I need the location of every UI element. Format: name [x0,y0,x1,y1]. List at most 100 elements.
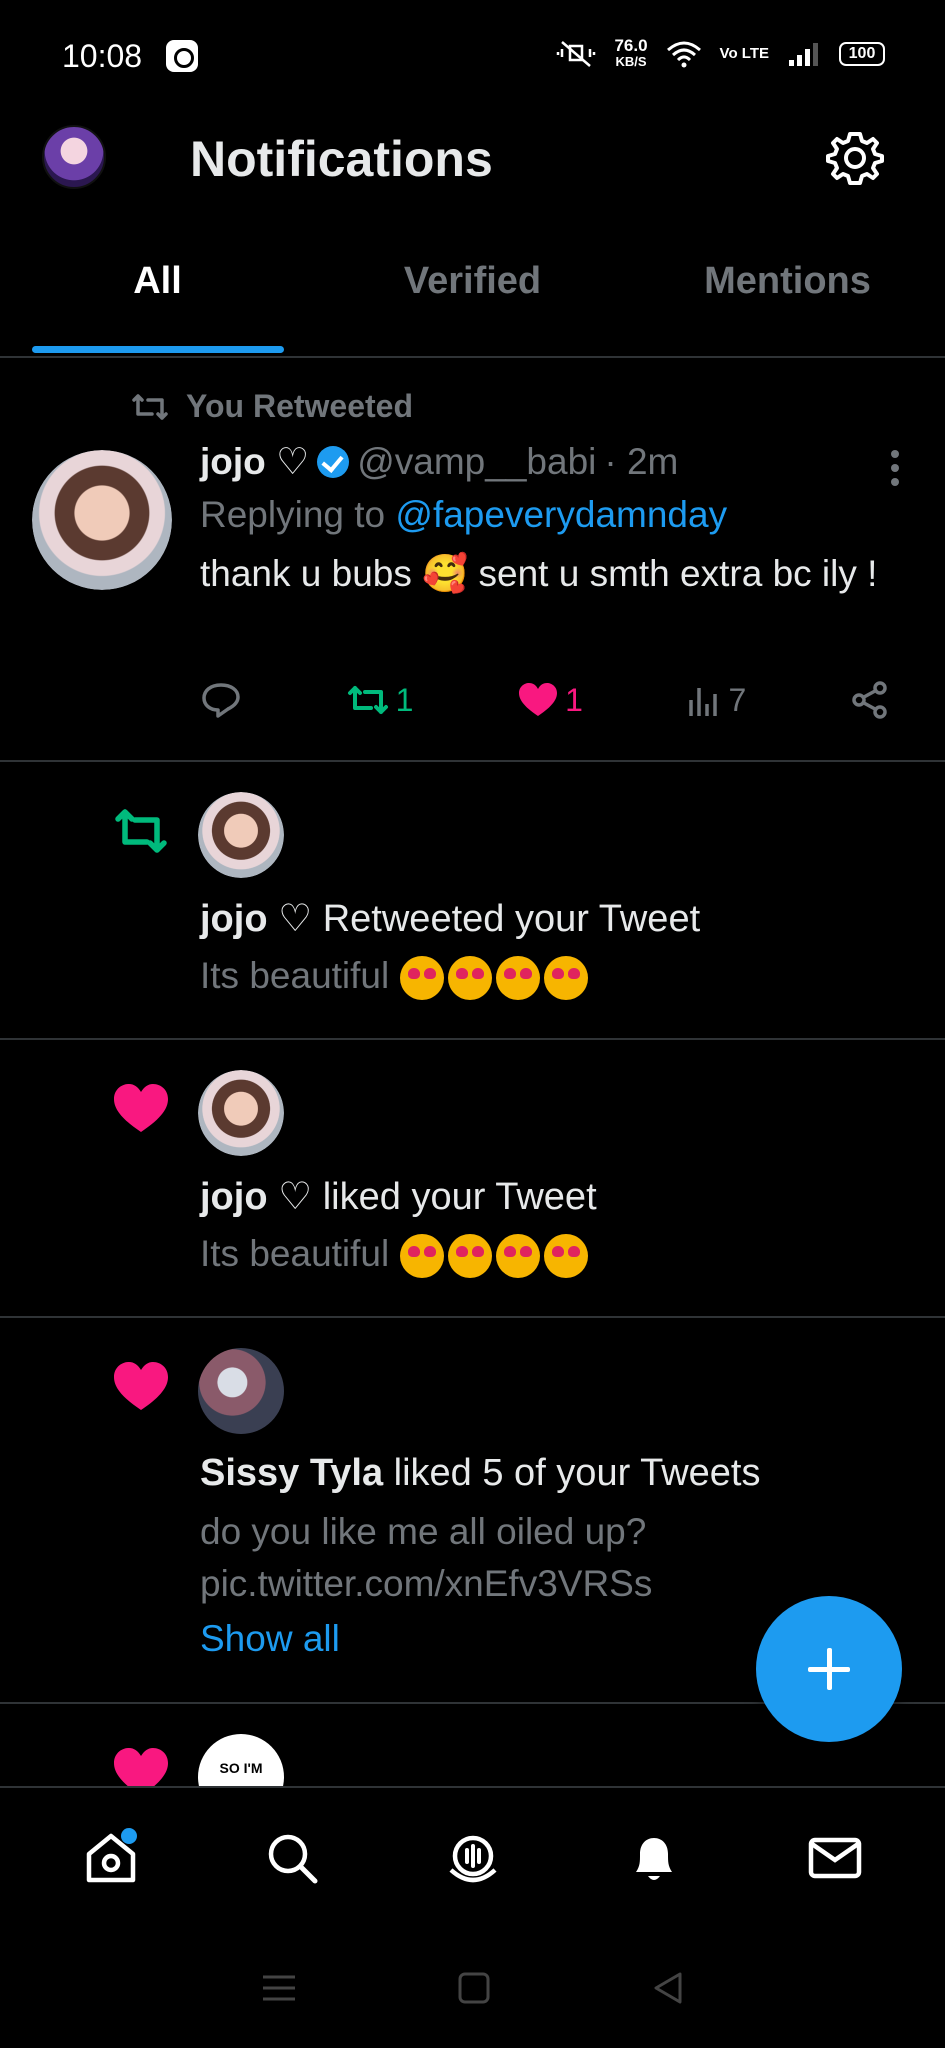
active-tab-indicator [32,346,284,353]
author-avatar[interactable] [32,450,172,590]
notification-title: jojo ♡ Retweeted your Tweet [200,896,700,941]
avatar-image [32,450,172,590]
home-square-icon[interactable] [456,1970,492,2006]
heart-icon [519,683,558,716]
actor-avatar[interactable] [198,792,284,878]
more-options-button[interactable] [891,450,901,490]
tweet-actions: 1 1 7 [200,680,890,720]
replying-to-handle[interactable]: @fapeverydamnday [395,494,727,535]
my-avatar[interactable] [42,125,106,189]
verified-badge-icon [317,445,350,478]
retweet-icon [115,809,167,853]
tab-bar: All Verified Mentions [0,260,945,320]
heart-eyes-emoji-icon [399,1234,444,1279]
status-indicators: 76.0 KB/S Vo LTE 100 [556,36,885,70]
battery-indicator: 100 [839,42,885,66]
tweet-text: thank u bubs 🥰 sent u smth extra bc ily … [200,553,878,594]
retweet-icon [132,393,168,420]
views-button[interactable]: 7 [687,681,747,719]
page-title: Notifications [190,131,493,187]
notification-body-text: Its beautiful [200,955,390,996]
retweet-count: 1 [395,681,414,718]
retweet-context-label: You Retweeted [186,388,413,424]
tab-verified[interactable]: Verified [315,260,630,320]
heart-eyes-emoji-icon [447,956,492,1001]
bottom-nav [0,1786,945,1928]
heart-eyes-emoji-icon [543,956,588,1001]
author-handle: @vamp__babi [357,440,597,482]
menu-icon[interactable] [259,1971,299,2005]
wifi-icon [666,41,701,68]
like-button[interactable]: 1 [517,681,583,719]
reply-button[interactable] [200,681,242,719]
notification-item[interactable]: jojo ♡ Retweeted your Tweet Its beautifu… [0,762,945,1040]
notification-title: Sissy Tyla liked 5 of your Tweets [200,1452,760,1495]
app-header: Notifications All Verified Mentions [0,110,945,320]
net-speed-value: 76.0 [614,36,648,55]
unread-dot [120,1828,137,1844]
notification-body: Its beautiful [200,1228,592,1280]
net-speed-unit: KB/S [615,54,647,69]
volte-indicator: Vo LTE [719,45,769,62]
tweet-card[interactable]: You Retweeted jojo ♡ @vamp__babi · 2m Re… [0,358,945,762]
mail-icon [808,1837,861,1879]
notification-body: Its beautiful [200,950,592,1002]
notifications-feed[interactable]: You Retweeted jojo ♡ @vamp__babi · 2m Re… [0,358,945,1786]
notification-action: Retweeted your Tweet [322,898,701,940]
actor-name[interactable]: jojo ♡ [200,898,312,940]
tab-mentions[interactable]: Mentions [630,260,945,320]
share-icon [852,681,887,719]
actor-avatar[interactable]: SO I'M [198,1734,284,1786]
status-time: 10:08 [62,38,143,74]
nav-spaces[interactable] [433,1818,513,1898]
heart-eyes-emoji-icon [495,1234,540,1279]
compose-tweet-button[interactable] [756,1596,902,1742]
reply-icon [202,683,240,718]
back-icon[interactable] [650,1970,686,2006]
views-icon [688,688,717,716]
notification-action: liked 5 of your Tweets [393,1452,761,1494]
avatar-image [198,792,284,878]
status-bar: 10:08 76.0 KB/S Vo LTE 100 [0,0,945,110]
avatar-text: SO I'M [219,1760,263,1776]
author-name[interactable]: jojo ♡ [200,440,309,483]
notification-body-text: Its beautiful [200,1233,390,1274]
nav-notifications[interactable] [614,1818,694,1898]
actor-name[interactable]: Sissy Tyla [200,1452,383,1494]
notification-item[interactable]: jojo ♡ liked your Tweet Its beautiful [0,1040,945,1318]
views-count: 7 [728,681,747,718]
system-nav [0,1928,945,2048]
notification-title: jojo ♡ liked your Tweet [200,1174,597,1219]
nav-home[interactable] [71,1818,151,1898]
replying-prefix: Replying to [200,494,386,535]
heart-icon [114,1084,168,1132]
mute-vibrate-icon [557,41,596,67]
tab-all[interactable]: All [0,260,315,320]
network-speed: 76.0 KB/S [614,36,648,70]
nav-messages[interactable] [795,1818,875,1898]
search-icon [268,1834,317,1884]
heart-eyes-emoji-icon [543,1234,588,1279]
retweet-context: You Retweeted [130,388,413,425]
gear-icon [826,132,884,185]
app-notification-icon [166,40,198,72]
heart-eyes-emoji-icon [399,956,444,1001]
settings-button[interactable] [825,128,885,188]
actor-avatar[interactable] [198,1070,284,1156]
notification-body: do you like me all oiled up? pic.twitter… [200,1511,653,1604]
retweet-icon [347,686,388,714]
avatar-image [198,1070,284,1156]
actor-avatar[interactable] [198,1348,284,1434]
actor-name[interactable]: jojo ♡ [200,1176,312,1218]
share-button[interactable] [850,680,890,720]
spaces-icon [448,1835,497,1883]
notification-action: liked your Tweet [322,1176,597,1218]
tweet-header: jojo ♡ @vamp__babi · 2m [200,440,678,483]
signal-icon [789,43,818,66]
nav-search[interactable] [252,1818,332,1898]
like-count: 1 [565,681,583,718]
show-all-link[interactable]: Show all [200,1618,340,1660]
retweet-button[interactable]: 1 [346,681,414,719]
heart-icon [114,1748,168,1786]
heart-eyes-emoji-icon [495,956,540,1001]
